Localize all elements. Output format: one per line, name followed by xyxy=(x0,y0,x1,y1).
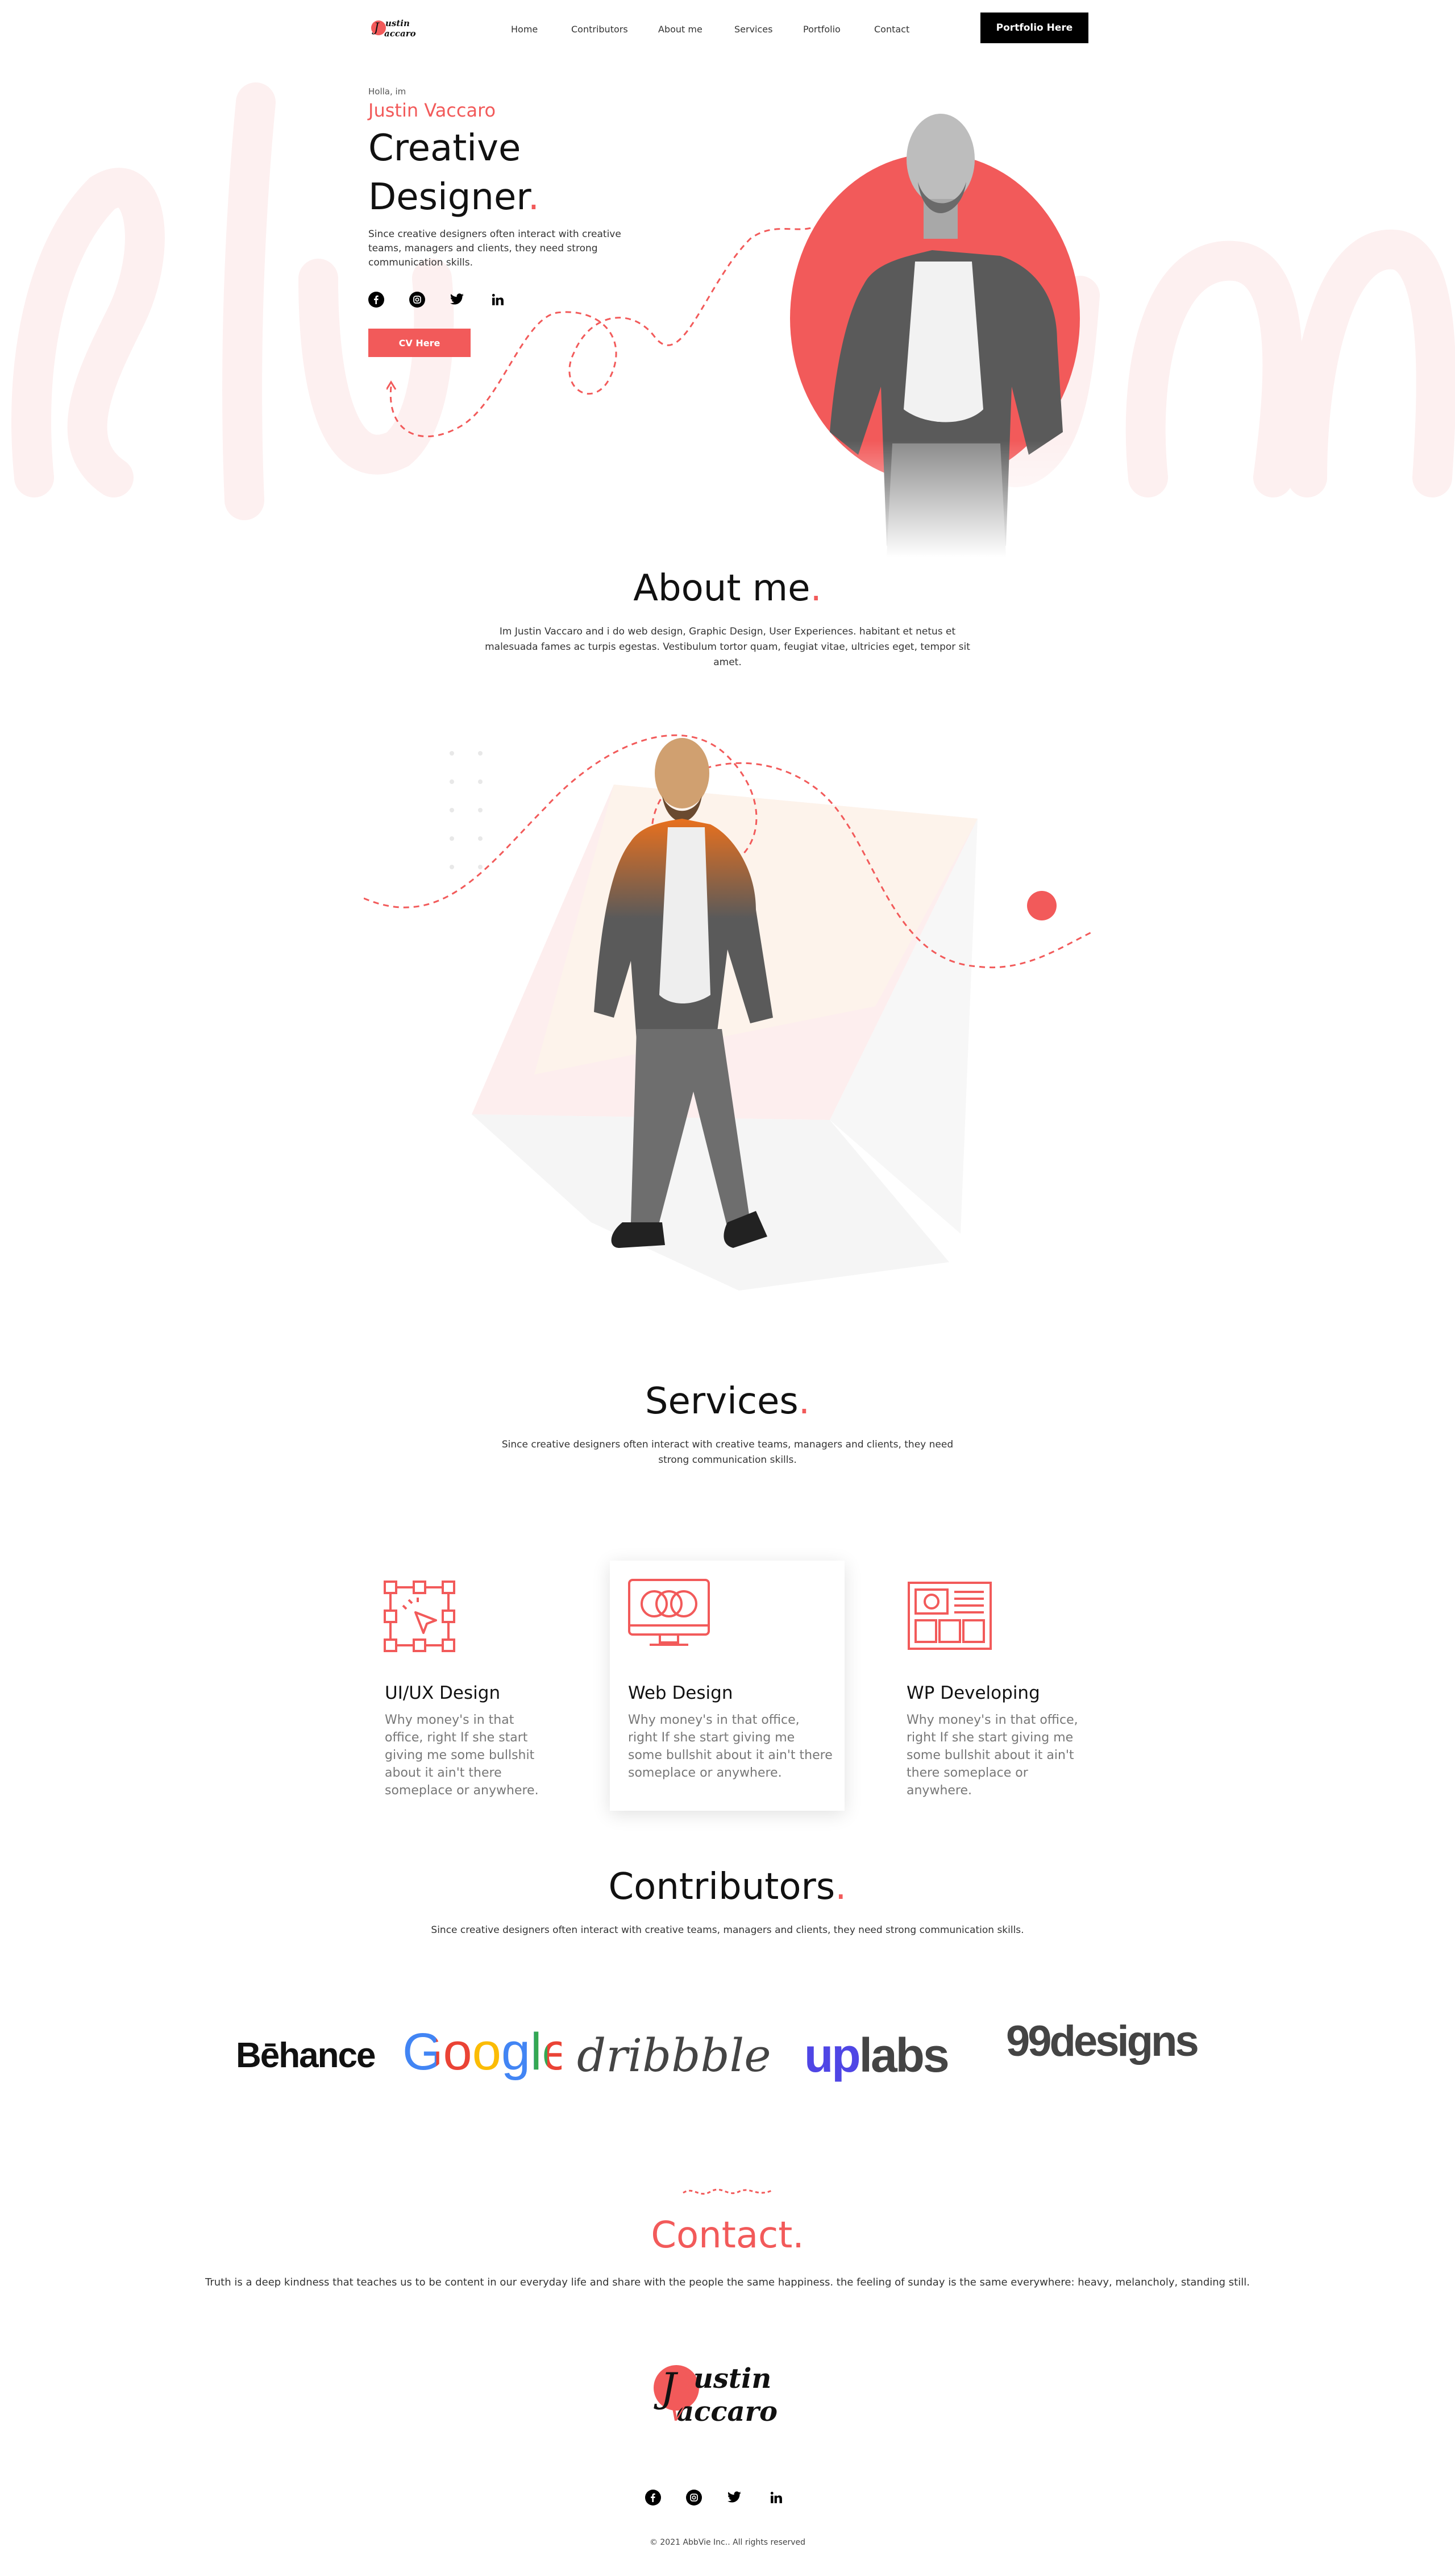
service-text: Why money's in that office, right If she… xyxy=(385,1713,539,1798)
hero-greeting: Holla, im xyxy=(368,86,406,97)
monitor-icon xyxy=(628,1579,710,1646)
svg-text:ustin: ustin xyxy=(385,18,410,28)
instagram-icon[interactable] xyxy=(686,2490,702,2506)
service-card-wp-developing[interactable]: WP Developing Why money's in that office… xyxy=(887,1561,1097,1811)
hero-name: Justin Vaccaro xyxy=(368,99,496,121)
contributors-title: Contributors. xyxy=(608,1866,847,1908)
service-text: Why money's in that office, right If she… xyxy=(628,1713,833,1780)
hero-portrait xyxy=(762,91,1103,557)
service-card-web-design[interactable]: Web Design Why money's in that office, r… xyxy=(610,1561,845,1811)
nav-portfolio[interactable]: Portfolio xyxy=(803,24,841,35)
nav-services[interactable]: Services xyxy=(734,24,772,35)
service-card-ui-ux[interactable]: UI/UX Design Why money's in that office,… xyxy=(364,1561,574,1811)
uplabs-logo[interactable]: up labs xyxy=(804,2024,986,2086)
svg-text:ustin: ustin xyxy=(693,2363,771,2395)
behance-logo[interactable]: Bēhance xyxy=(236,2024,384,2086)
svg-text:V: V xyxy=(668,2398,689,2427)
nav-home[interactable]: Home xyxy=(511,24,538,35)
twitter-icon[interactable] xyxy=(726,2490,742,2506)
contact-squiggle-decoration xyxy=(683,2188,772,2195)
contact-description: Truth is a deep kindness that teaches us… xyxy=(205,2276,1250,2288)
contact-title: Contact. xyxy=(651,2214,804,2256)
nav-contributors[interactable]: Contributors xyxy=(571,24,628,35)
nav-contact[interactable]: Contact xyxy=(874,24,909,35)
services-description: Since creative designers often interact … xyxy=(501,1439,954,1466)
layout-icon xyxy=(908,1582,992,1650)
footer-logo[interactable]: J ustin accaro V xyxy=(648,2348,807,2433)
contributors-description: Since creative designers often interact … xyxy=(431,1924,1024,1936)
service-text: Why money's in that office, right If she… xyxy=(907,1713,1078,1798)
copyright: © 2021 AbbVie Inc.. All rights reserved xyxy=(649,2538,806,2547)
svg-text:accaro: accaro xyxy=(384,28,416,39)
svg-text:Google: Google xyxy=(402,2024,562,2081)
facebook-icon[interactable] xyxy=(368,292,384,308)
header-logo[interactable]: J ustin accaro xyxy=(368,14,425,42)
ui-ux-icon xyxy=(384,1581,455,1652)
about-illustration xyxy=(364,734,1092,1291)
linkedin-icon[interactable] xyxy=(768,2490,784,2506)
google-logo[interactable]: Google xyxy=(402,2024,562,2086)
facebook-icon[interactable] xyxy=(645,2490,661,2506)
portfolio-button[interactable]: Portfolio Here xyxy=(980,13,1088,43)
about-title: About me. xyxy=(633,567,822,609)
services-title: Services. xyxy=(645,1380,810,1422)
hero-title: Creative Designer. xyxy=(368,127,540,218)
svg-text:accaro: accaro xyxy=(676,2396,778,2428)
about-description: Im Justin Vaccaro and i do web design, G… xyxy=(485,626,970,668)
service-title: UI/UX Design xyxy=(385,1683,501,1703)
service-title: Web Design xyxy=(628,1683,733,1703)
dribbble-logo[interactable]: dribbble xyxy=(577,2024,771,2086)
nav-about-me[interactable]: About me xyxy=(658,24,702,35)
hero-dashed-path-decoration xyxy=(386,227,813,438)
service-title: WP Developing xyxy=(907,1683,1040,1703)
99designs-logo[interactable]: 99designs xyxy=(1006,2010,1199,2072)
